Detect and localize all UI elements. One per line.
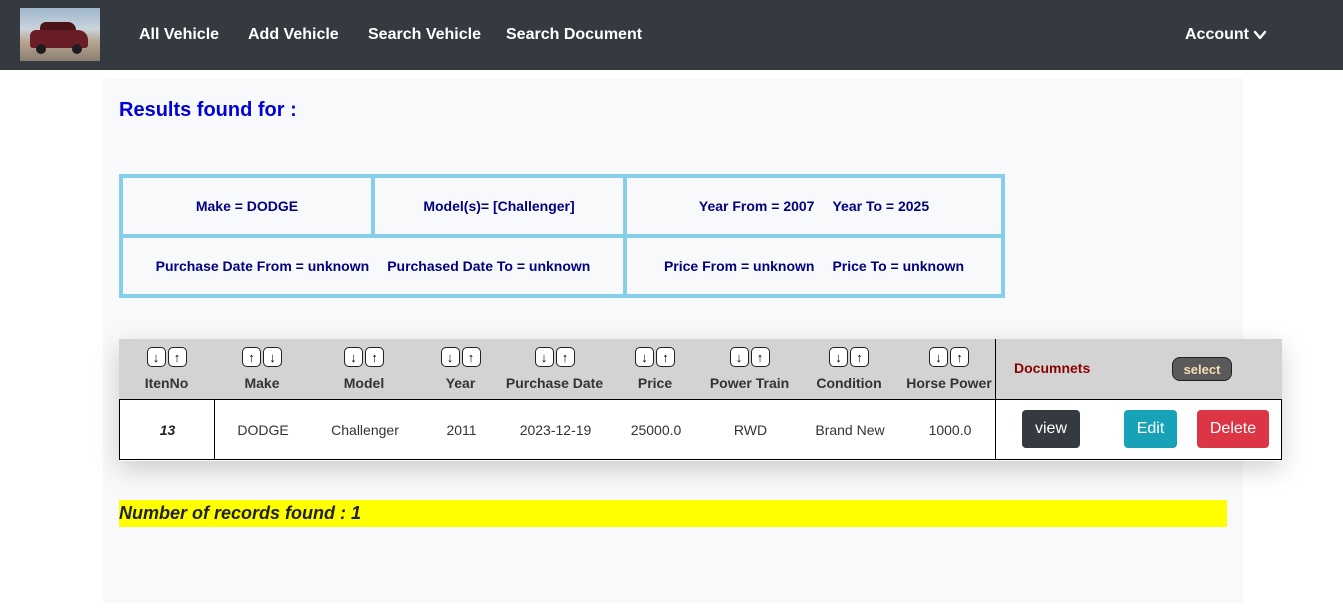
sort-desc-button[interactable]: ↓ [829,347,848,367]
column-header-itemno: ↓ ↑ ItenNo [119,339,214,399]
sort-desc-button[interactable]: ↓ [146,347,166,367]
column-header-make: ↑ ↓ Make [214,339,310,399]
cell-condition: Brand New [815,421,885,438]
column-label: Horse Power [906,375,992,391]
cell-itemno: 13 [159,421,176,438]
sort-asc-button[interactable]: ↑ [242,347,261,367]
cell-make: DODGE [237,421,289,438]
column-header-price: ↓ ↑ Price [606,339,704,399]
column-header-condition: ↓ ↑ Condition [795,339,903,399]
column-label: ItenNo [144,375,189,391]
column-header-horse-power: ↓ ↑ Horse Power [903,339,995,399]
criteria-make: Make = DODGE [123,178,371,234]
cell-power-train: RWD [733,421,768,438]
cell-purchase-date: 2023-12-19 [519,421,592,438]
sort-asc-button[interactable]: ↑ [167,347,187,367]
sort-asc-button[interactable]: ↑ [461,347,481,367]
car-wheel-shape [36,44,46,54]
column-divider [995,400,996,459]
criteria-models: Model(s)= [Challenger] [375,178,623,234]
cell-horse-power: 1000.0 [928,421,972,438]
column-label: Model [343,375,385,391]
sort-asc-button[interactable]: ↑ [750,347,770,367]
documents-header: Documnets select [995,339,1282,399]
brand-logo-image[interactable] [20,8,100,61]
table-header: ↓ ↑ ItenNo ↑ ↓ Make ↓ ↑ Model ↓ ↑ Year ↓ ↑ Pu… [119,339,1282,399]
records-found-count: Number of records found : 1 [119,500,1227,527]
navbar: All Vehicle Add Vehicle Search Vehicle S… [0,0,1343,70]
sort-asc-button[interactable]: ↑ [656,347,675,367]
table-row: 13 DODGE Challenger 2011 2023-12-19 2500… [119,399,1282,460]
sort-asc-button[interactable]: ↑ [950,347,969,367]
nav-add-vehicle[interactable]: Add Vehicle [248,24,339,46]
cell-year: 2011 [446,421,477,438]
criteria-purchase-to: Purchased Date To = unknown [387,258,591,274]
column-header-purchase-date: ↓ ↑ Purchase Date [503,339,606,399]
criteria-price-from: Price From = unknown [663,258,815,274]
vehicle-results-table: ↓ ↑ ItenNo ↑ ↓ Make ↓ ↑ Model ↓ ↑ Year ↓ ↑ Pu… [119,339,1282,461]
car-wheel-shape [72,44,82,54]
sort-asc-button[interactable]: ↑ [365,347,384,367]
chevron-down-icon [1253,30,1267,40]
edit-button[interactable]: Edit [1124,410,1177,448]
sort-desc-button[interactable]: ↓ [344,347,363,367]
select-button[interactable]: select [1172,357,1232,381]
sort-desc-button[interactable]: ↓ [929,347,948,367]
sort-desc-button[interactable]: ↓ [534,347,554,367]
column-label: Power Train [709,375,790,391]
criteria-year-from: Year From = 2007 [698,198,815,214]
delete-button[interactable]: Delete [1197,410,1269,448]
column-header-year: ↓ ↑ Year [418,339,503,399]
cell-price: 25000.0 [630,421,682,438]
sort-desc-button[interactable]: ↓ [263,347,282,367]
nav-search-document[interactable]: Search Document [506,24,642,46]
sort-desc-button[interactable]: ↓ [440,347,460,367]
search-criteria-table: Make = DODGE Model(s)= [Challenger] Year… [119,174,1005,298]
account-label: Account [1185,26,1249,43]
nav-all-vehicle[interactable]: All Vehicle [139,24,219,46]
criteria-purchase-dates: Purchase Date From = unknown Purchased D… [123,238,623,294]
criteria-prices: Price From = unknown Price To = unknown [627,238,1001,294]
column-label: Condition [816,375,882,391]
sort-asc-button[interactable]: ↑ [850,347,869,367]
account-menu[interactable]: Account [1185,24,1267,46]
column-label: Make [244,375,280,391]
criteria-models-text: Model(s)= [Challenger] [423,198,575,214]
column-header-power-train: ↓ ↑ Power Train [704,339,795,399]
sort-asc-button[interactable]: ↑ [555,347,575,367]
documents-label: Documnets [1014,360,1091,376]
cell-model: Challenger [331,421,399,438]
column-header-model: ↓ ↑ Model [310,339,418,399]
sort-desc-button[interactable]: ↓ [635,347,654,367]
criteria-price-to: Price To = unknown [832,258,965,274]
criteria-make-text: Make = DODGE [195,198,299,214]
criteria-years: Year From = 2007 Year To = 2025 [627,178,1001,234]
nav-search-vehicle[interactable]: Search Vehicle [368,24,481,46]
criteria-year-to: Year To = 2025 [832,198,930,214]
view-document-button[interactable]: view [1022,410,1080,448]
sort-desc-button[interactable]: ↓ [729,347,749,367]
column-label: Purchase Date [505,375,604,391]
column-label: Price [637,375,673,391]
criteria-purchase-from: Purchase Date From = unknown [155,258,370,274]
column-label: Year [445,375,476,391]
results-title: Results found for : [119,99,297,121]
